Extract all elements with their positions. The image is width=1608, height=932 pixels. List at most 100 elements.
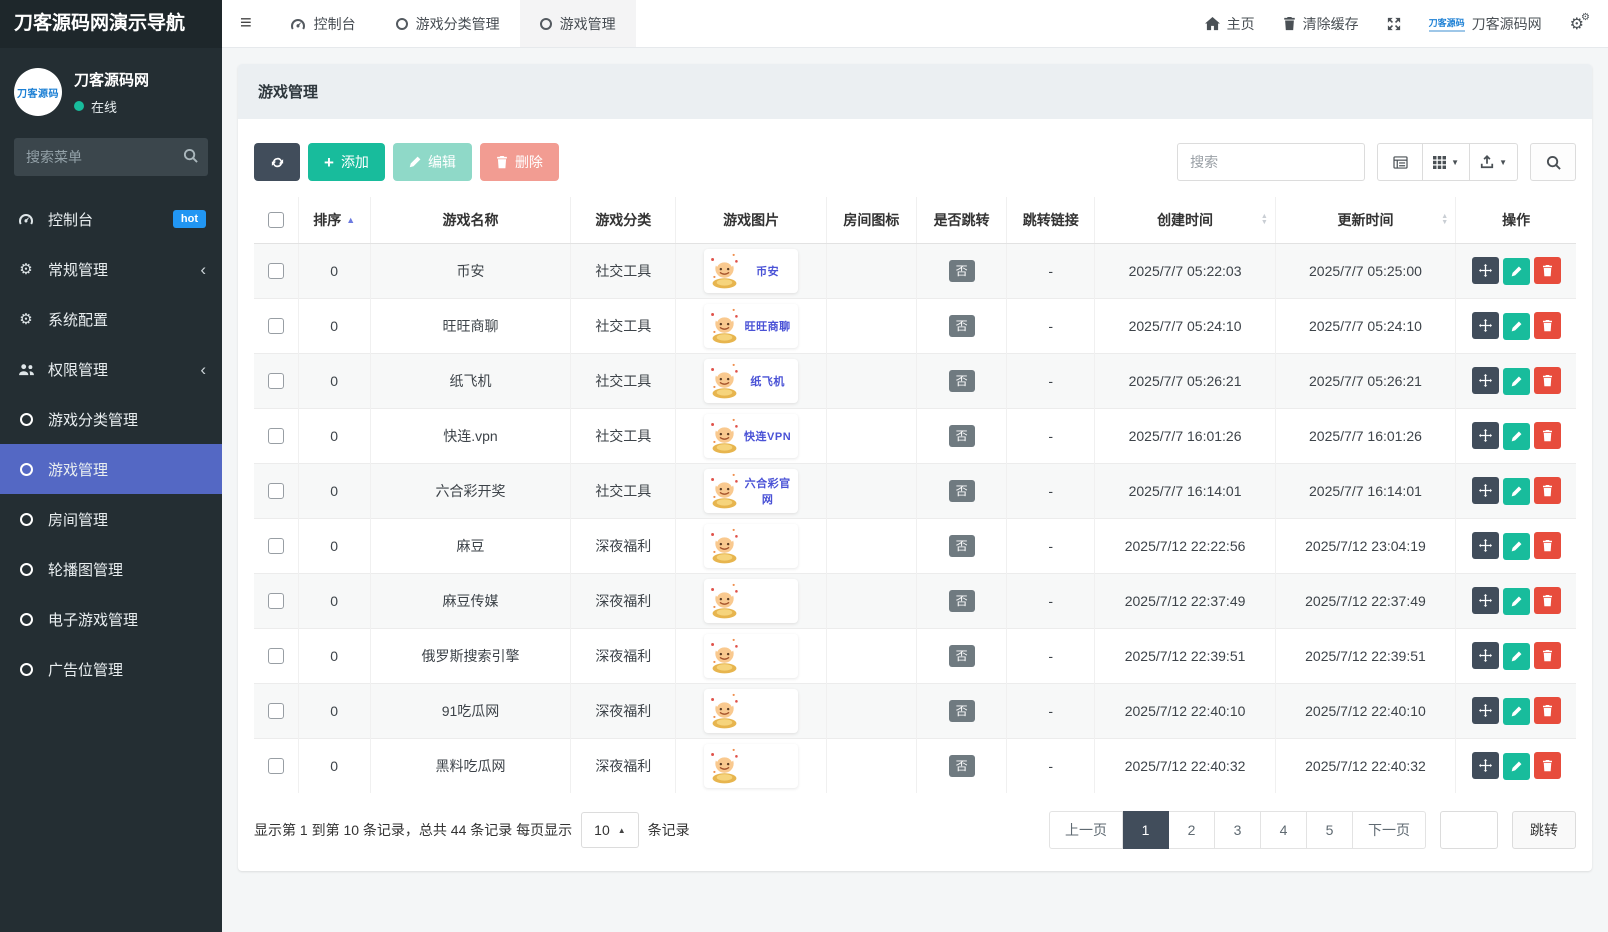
row-edit-button[interactable]: [1503, 313, 1530, 340]
row-move-button[interactable]: [1472, 587, 1499, 614]
cell-sort: 0: [298, 408, 370, 463]
sidebar-item-3[interactable]: 权限管理‹: [0, 344, 222, 394]
nav-home-link[interactable]: 主页: [1205, 14, 1255, 34]
refresh-button[interactable]: [254, 143, 300, 181]
sidebar-item-9[interactable]: 广告位管理: [0, 644, 222, 694]
page-button-5[interactable]: 5: [1307, 811, 1353, 849]
row-delete-button[interactable]: [1534, 477, 1561, 504]
col-sort[interactable]: 排序▲: [298, 197, 370, 243]
settings-gears-icon[interactable]: ⚙⚙: [1570, 14, 1584, 33]
sidebar-item-1[interactable]: ⚙常规管理‹: [0, 244, 222, 294]
row-checkbox[interactable]: [268, 373, 284, 389]
sort-icon: ▲▼: [1261, 214, 1268, 226]
row-edit-button[interactable]: [1503, 368, 1530, 395]
add-button[interactable]: + 添加: [308, 143, 385, 181]
col-sort-label: 排序: [313, 212, 341, 228]
col-jump: 是否跳转: [916, 197, 1006, 243]
row-move-button[interactable]: [1472, 642, 1499, 669]
page-jump-button[interactable]: 跳转: [1512, 811, 1576, 849]
row-checkbox[interactable]: [268, 428, 284, 444]
row-checkbox[interactable]: [268, 318, 284, 334]
row-move-button[interactable]: [1472, 312, 1499, 339]
row-delete-button[interactable]: [1534, 532, 1561, 559]
pencil-icon: [1511, 431, 1522, 442]
row-checkbox[interactable]: [268, 593, 284, 609]
row-edit-button[interactable]: [1503, 698, 1530, 725]
sidebar-item-2[interactable]: ⚙系统配置: [0, 294, 222, 344]
row-move-button[interactable]: [1472, 477, 1499, 504]
page-button-1[interactable]: 1: [1123, 811, 1169, 849]
row-delete-button[interactable]: [1534, 587, 1561, 614]
row-edit-button[interactable]: [1503, 753, 1530, 780]
cell-actions: [1456, 243, 1576, 298]
nav-clear-cache-link[interactable]: 清除缓存: [1283, 14, 1359, 34]
search-button[interactable]: [1530, 143, 1576, 181]
row-edit-button[interactable]: [1503, 643, 1530, 670]
cell-updated: 2025/7/12 23:04:19: [1275, 518, 1455, 573]
edit-button[interactable]: 编辑: [393, 143, 472, 181]
row-edit-button[interactable]: [1503, 588, 1530, 615]
row-move-button[interactable]: [1472, 697, 1499, 724]
nav-tab-1[interactable]: 游戏分类管理: [376, 0, 520, 47]
page-button-3[interactable]: 3: [1215, 811, 1261, 849]
row-checkbox[interactable]: [268, 648, 284, 664]
row-checkbox[interactable]: [268, 483, 284, 499]
export-button[interactable]: ▼: [1470, 143, 1518, 181]
select-all-checkbox[interactable]: [268, 212, 284, 228]
sidebar-item-7[interactable]: 轮播图管理: [0, 544, 222, 594]
sidebar-item-4[interactable]: 游戏分类管理: [0, 394, 222, 444]
columns-button[interactable]: ▼: [1423, 143, 1470, 181]
sidebar-item-6[interactable]: 房间管理: [0, 494, 222, 544]
next-page-button[interactable]: 下一页: [1353, 811, 1426, 849]
sidebar-item-0[interactable]: 控制台hot: [0, 194, 222, 244]
col-updated[interactable]: 更新时间▲▼: [1275, 197, 1455, 243]
row-edit-button[interactable]: [1503, 423, 1530, 450]
row-delete-button[interactable]: [1534, 697, 1561, 724]
menu-toggle-icon[interactable]: ≡: [222, 12, 270, 35]
row-delete-button[interactable]: [1534, 367, 1561, 394]
avatar: 刀客源码: [14, 68, 62, 116]
row-move-button[interactable]: [1472, 422, 1499, 449]
row-checkbox[interactable]: [268, 263, 284, 279]
row-edit-button[interactable]: [1503, 258, 1530, 285]
col-created[interactable]: 创建时间▲▼: [1095, 197, 1275, 243]
cell-room-icon: [826, 298, 916, 353]
sidebar-item-8[interactable]: 电子游戏管理: [0, 594, 222, 644]
page-button-4[interactable]: 4: [1261, 811, 1307, 849]
row-checkbox[interactable]: [268, 703, 284, 719]
row-checkbox[interactable]: [268, 538, 284, 554]
cell-created: 2025/7/7 05:22:03: [1095, 243, 1275, 298]
row-delete-button[interactable]: [1534, 642, 1561, 669]
page-size-select[interactable]: 10 ▲: [581, 812, 639, 848]
page-jump-input[interactable]: [1440, 811, 1498, 849]
row-delete-button[interactable]: [1534, 312, 1561, 339]
row-checkbox[interactable]: [268, 758, 284, 774]
page-button-2[interactable]: 2: [1169, 811, 1215, 849]
table-row: 091吃瓜网深夜福利否-2025/7/12 22:40:102025/7/12 …: [254, 683, 1576, 738]
sidebar-search-input[interactable]: [14, 138, 208, 176]
row-move-button[interactable]: [1472, 257, 1499, 284]
fullscreen-button[interactable]: [1387, 17, 1401, 31]
row-move-button[interactable]: [1472, 532, 1499, 559]
row-move-button[interactable]: [1472, 752, 1499, 779]
row-edit-button[interactable]: [1503, 478, 1530, 505]
table-search-input[interactable]: [1177, 143, 1365, 181]
row-delete-button[interactable]: [1534, 752, 1561, 779]
row-delete-button[interactable]: [1534, 257, 1561, 284]
row-delete-button[interactable]: [1534, 422, 1561, 449]
nav-brand-link[interactable]: 刀客源码 刀客源码网: [1429, 14, 1542, 34]
sidebar-item-5[interactable]: 游戏管理: [0, 444, 222, 494]
pagination: 上一页 12345下一页 跳转: [1049, 811, 1576, 849]
detail-view-button[interactable]: [1377, 143, 1423, 181]
circle-icon: [16, 563, 36, 576]
nav-tab-0[interactable]: 控制台: [270, 0, 376, 47]
delete-button[interactable]: 删除: [480, 143, 559, 181]
nav-tab-2[interactable]: 游戏管理: [520, 0, 636, 47]
row-move-button[interactable]: [1472, 367, 1499, 394]
sidebar-item-label: 控制台: [48, 209, 93, 230]
cell-created: 2025/7/12 22:39:51: [1095, 628, 1275, 683]
view-button-group: ▼ ▼: [1377, 143, 1518, 181]
row-edit-button[interactable]: [1503, 533, 1530, 560]
cell-select: [254, 683, 298, 738]
prev-page-button[interactable]: 上一页: [1049, 811, 1123, 849]
